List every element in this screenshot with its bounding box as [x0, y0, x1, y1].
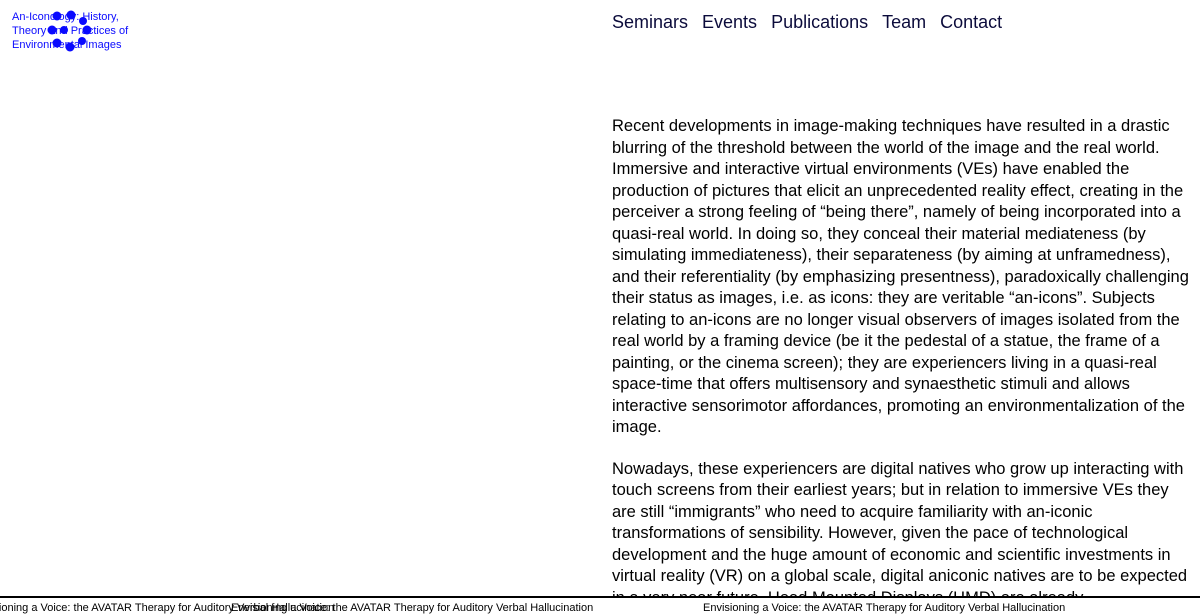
ticker-item[interactable]: Envisioning a Voice: the AVATAR Therapy …	[703, 601, 1065, 615]
main-nav: Seminars Events Publications Team Contac…	[612, 11, 1002, 33]
nav-item-seminars[interactable]: Seminars	[612, 11, 688, 33]
nav-item-contact[interactable]: Contact	[940, 11, 1002, 33]
nav-item-events[interactable]: Events	[702, 11, 757, 33]
ticker-item[interactable]: Envisioning a Voice: the AVATAR Therapy …	[231, 601, 593, 615]
intro-paragraph-2: Nowadays, these experiencers are digital…	[612, 459, 1188, 597]
nav-item-team[interactable]: Team	[882, 11, 926, 33]
logo-line: An-Iconology: History,	[12, 11, 119, 23]
logo-title[interactable]: An-Iconology: History, Theory and Practi…	[12, 10, 128, 52]
nav-item-publications[interactable]: Publications	[771, 11, 868, 33]
intro-paragraph-1: Recent developments in image-making tech…	[612, 117, 1189, 436]
site-logo[interactable]: An-Iconology: History, Theory and Practi…	[12, 10, 147, 54]
logo-line: Theory and Practices of	[12, 25, 129, 37]
logo-line: Environmental Images	[12, 39, 122, 51]
intro-text: Recent developments in image-making tech…	[612, 116, 1192, 596]
news-ticker: Envisioning a Voice: the AVATAR Therapy …	[0, 596, 1200, 616]
